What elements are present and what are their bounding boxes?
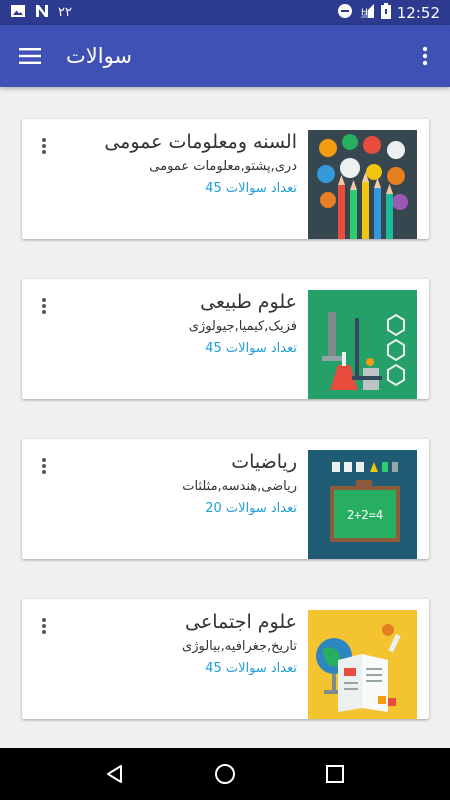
recents-square-icon[interactable]: [310, 749, 360, 799]
card-more-icon[interactable]: [32, 611, 56, 641]
category-card-mathematics[interactable]: ریاضیات ریاضی,هندسه,مثلثات تعداد سوالات …: [22, 439, 429, 559]
notification-count: ۲۲: [58, 5, 72, 20]
card-subtitle: تاریخ,جغرافیه,بیالوژی: [182, 639, 297, 654]
card-subtitle: فزیک,کیمیا,جیولوژی: [188, 319, 297, 334]
math-chalkboard-illustration: 2+2=4: [308, 450, 417, 559]
card-subtitle: ریاضی,هندسه,مثلثات: [182, 479, 297, 494]
question-count: تعداد سوالات 45: [205, 181, 297, 196]
more-vertical-icon[interactable]: [400, 25, 450, 87]
signal-icon: H: [359, 3, 375, 23]
card-more-icon[interactable]: [32, 131, 56, 161]
system-navigation-bar: [0, 748, 450, 800]
card-title: علوم اجتماعی: [185, 611, 297, 633]
question-count: تعداد سوالات 45: [205, 341, 297, 356]
card-subtitle: دری,پشتو,معلومات عمومی: [149, 159, 297, 174]
card-more-icon[interactable]: [32, 451, 56, 481]
card-title: ریاضیات: [231, 451, 297, 473]
svg-text:H: H: [361, 8, 368, 18]
question-count: تعداد سوالات 45: [205, 661, 297, 676]
category-list: السنه ومعلومات عمومی دری,پشتو,معلومات عم…: [0, 87, 450, 748]
image-icon: [10, 3, 26, 22]
n-notification-icon: [34, 3, 50, 23]
do-not-disturb-icon: [337, 3, 353, 23]
card-title: السنه ومعلومات عمومی: [104, 131, 297, 153]
status-time: 12:52: [396, 3, 440, 22]
category-card-natural-sciences[interactable]: علوم طبیعی فزیک,کیمیا,جیولوژی تعداد سوال…: [22, 279, 429, 399]
chalkboard-equation: 2+2=4: [347, 508, 383, 522]
social-science-book-globe-illustration: [308, 610, 417, 719]
languages-pencils-illustration: [308, 130, 417, 239]
science-lab-illustration: [308, 290, 417, 399]
app-bar: سوالات: [0, 25, 450, 87]
home-circle-icon[interactable]: [200, 749, 250, 799]
battery-icon: [380, 2, 391, 23]
page-title: سوالات: [66, 44, 133, 68]
status-bar: ۲۲ H 12:52: [0, 0, 450, 25]
card-title: علوم طبیعی: [200, 291, 297, 313]
card-text: السنه ومعلومات عمومی دری,پشتو,معلومات عم…: [57, 129, 297, 199]
category-card-social-sciences[interactable]: علوم اجتماعی تاریخ,جغرافیه,بیالوژی تعداد…: [22, 599, 429, 719]
hamburger-menu-icon[interactable]: [0, 25, 60, 87]
category-card-languages[interactable]: السنه ومعلومات عمومی دری,پشتو,معلومات عم…: [22, 119, 429, 239]
card-text: علوم طبیعی فزیک,کیمیا,جیولوژی تعداد سوال…: [57, 289, 297, 359]
back-triangle-icon[interactable]: [90, 749, 140, 799]
card-text: علوم اجتماعی تاریخ,جغرافیه,بیالوژی تعداد…: [57, 609, 297, 679]
question-count: تعداد سوالات 20: [205, 501, 297, 516]
card-text: ریاضیات ریاضی,هندسه,مثلثات تعداد سوالات …: [57, 449, 297, 519]
card-more-icon[interactable]: [32, 291, 56, 321]
